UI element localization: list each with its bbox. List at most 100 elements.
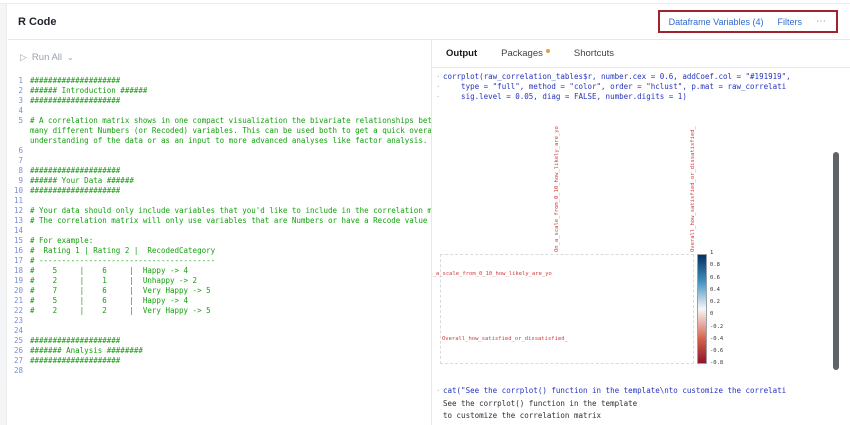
code-text: many different Numbers (or Recoded) vari… [30,126,431,136]
console-output-text: See the corrplot() function in the templ… [443,399,637,408]
code-line: 26 ####### Analysis ######## [8,346,431,356]
line-number [8,136,30,146]
more-options-icon[interactable]: ⋯ [816,16,827,27]
line-number: 12 [8,206,30,216]
code-line: 6 [8,146,431,156]
tab-output-label: Output [446,48,477,59]
code-text: # 5 | 6 | Happy -> 4 [30,296,188,306]
legend-tick-label: 0.6 [710,276,723,282]
tab-shortcuts[interactable]: Shortcuts [574,48,614,59]
filters-link[interactable]: Filters [778,17,803,27]
line-number: 6 [8,146,30,156]
code-line: 25 #################### [8,336,431,346]
code-line: 7 [8,156,431,166]
plot-column-label: Overall_how_satisfied_or_dissatisfied_ [690,126,696,252]
line-number [8,126,30,136]
play-icon: ▷ [20,52,27,63]
line-number: 28 [8,366,30,376]
legend-tick-label: -0.4 [710,337,723,343]
chunk-marker-icon [436,72,443,82]
code-text: # 7 | 6 | Very Happy -> 5 [30,286,211,296]
chunk-marker-icon [436,92,443,102]
line-number: 13 [8,216,30,226]
plot-row-label: On_a_scale_from_0_10_how_likely_are_yo [432,271,552,277]
left-edge-strip [0,4,7,425]
run-all-button[interactable]: ▷ Run All ⌄ [20,52,74,63]
run-all-label: Run All [32,52,62,63]
code-line: 18 # 5 | 6 | Happy -> 4 [8,266,431,276]
plot-color-legend [697,254,707,364]
line-number: 24 [8,326,30,336]
line-number: 25 [8,336,30,346]
output-body: corrplot(raw_correlation_tables$r, numbe… [432,68,850,425]
line-number: 23 [8,316,30,326]
tab-packages-label: Packages [501,48,543,59]
page-title: R Code [18,16,57,28]
line-number: 11 [8,196,30,206]
console-output: corrplot(raw_correlation_tables$r, numbe… [436,72,838,102]
code-line: 22 # 2 | 2 | Very Happy -> 5 [8,306,431,316]
tab-packages[interactable]: Packages [501,48,550,59]
output-panel: Output Packages Shortcuts corrplot(ra [432,40,850,425]
console-code-text: corrplot(raw_correlation_tables$r, numbe… [443,72,791,82]
console-code-text: cat("See the corrplot() function in the … [443,386,786,395]
code-text: ###### Introduction ###### [30,86,147,96]
dataframe-variables-link[interactable]: Dataframe Variables (4) [669,17,764,27]
annotation-box: Dataframe Variables (4) Filters ⋯ [658,10,838,33]
code-line: 2 ###### Introduction ###### [8,86,431,96]
code-text: ####### Analysis ######## [30,346,143,356]
line-number: 4 [8,106,30,116]
legend-tick-label: 0.8 [710,263,723,269]
code-text: # 2 | 1 | Unhappy -> 2 [30,276,197,286]
line-number: 17 [8,256,30,266]
tab-output[interactable]: Output [446,48,477,59]
code-toolbar: ▷ Run All ⌄ [8,40,431,74]
output-tabs: Output Packages Shortcuts [432,40,850,68]
line-number: 16 [8,246,30,256]
code-line: 17 # -----------------------------------… [8,256,431,266]
plot-row-label: Overall_how_satisfied_or_dissatisfied_ [442,336,568,342]
code-line: 24 [8,326,431,336]
tab-shortcuts-label: Shortcuts [574,48,614,59]
line-number: 19 [8,276,30,286]
code-text: # --------------------------------------… [30,256,215,266]
legend-tick-label: 0.2 [710,300,723,306]
line-number: 22 [8,306,30,316]
code-line: 14 [8,226,431,236]
code-text: ###### Your Data ###### [30,176,134,186]
code-line: 10 #################### [8,186,431,196]
code-line: 11 [8,196,431,206]
code-text: #################### [30,336,120,346]
packages-badge-dot [546,49,550,53]
console-code-line: corrplot(raw_correlation_tables$r, numbe… [436,72,838,82]
code-text: # A correlation matrix shows in one comp… [30,116,431,126]
code-line: 15 # For example: [8,236,431,246]
console-output-text: to customize the correlation matrix [443,411,601,420]
code-line: 28 [8,366,431,376]
line-number: 20 [8,286,30,296]
code-text: # 2 | 2 | Very Happy -> 5 [30,306,211,316]
code-line: 20 # 7 | 6 | Very Happy -> 5 [8,286,431,296]
legend-tick-label: 1 [710,251,723,257]
code-line: 8 #################### [8,166,431,176]
line-number: 14 [8,226,30,236]
code-text: # The correlation matrix will only use v… [30,216,427,226]
header: R Code Dataframe Variables (4) Filters ⋯ [8,4,850,40]
line-number: 2 [8,86,30,96]
console-code-text: sig.level = 0.05, diag = FALSE, number.d… [443,92,687,102]
chunk-marker-icon [436,386,443,395]
vertical-scrollbar[interactable] [833,152,839,370]
code-text: #################### [30,76,120,86]
console-code-line: sig.level = 0.05, diag = FALSE, number.d… [436,92,838,102]
line-number: 15 [8,236,30,246]
code-text: #################### [30,356,120,366]
line-number: 21 [8,296,30,306]
line-number: 1 [8,76,30,86]
line-number: 7 [8,156,30,166]
code-line: 3 #################### [8,96,431,106]
code-editor[interactable]: 1 #################### 2 ###### Introduc… [8,74,431,425]
code-text: understanding of the data or as an input… [30,136,427,146]
legend-tick-label: -0.8 [710,361,723,367]
code-line: 27 #################### [8,356,431,366]
line-number: 26 [8,346,30,356]
